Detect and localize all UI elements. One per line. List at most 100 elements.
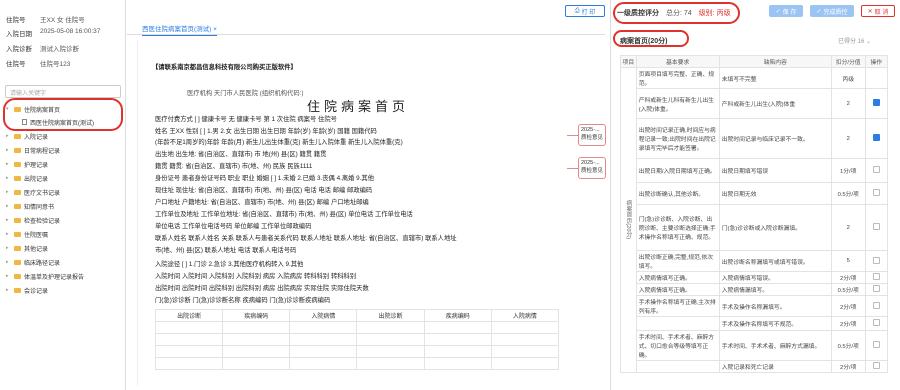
qc-note-2[interactable]: 2025-... 质检意见 xyxy=(578,157,606,179)
deduct-checkbox[interactable] xyxy=(872,362,880,369)
diagnosis-table: 出院诊断 疾病编码 入院病情 出院诊断 疾病编码 入院病情 xyxy=(154,309,560,370)
table-row: 门(急)诊诊断、入院诊断、出院诊断、主要诊断选择正确;手术操作名称填写正确、规范… xyxy=(621,204,889,251)
table-row xyxy=(154,321,560,334)
document-tabs: 西医住院病案首页(测试) × xyxy=(127,21,605,36)
diag-header: 入院病情 xyxy=(289,309,358,322)
chevron-right-icon: ▸ xyxy=(6,189,9,195)
tree-item-pathway[interactable]: ▸ 临床路径记录 xyxy=(6,257,60,267)
save-icon: ✓ xyxy=(775,8,781,15)
tree-item-temperature[interactable]: ▸ 体温单及护理记录报告 xyxy=(6,271,84,281)
folder-icon xyxy=(14,231,21,237)
note-connector xyxy=(567,135,578,136)
table-row: 产科或新生儿科有新生儿出生(入院)体重。 产科或新生儿出生(入院)体重 2 xyxy=(621,88,889,119)
tree-item-admission[interactable]: ▸ 入院记录 xyxy=(6,131,48,141)
tree-item-lab[interactable]: ▸ 检查检验记录 xyxy=(6,215,60,225)
close-icon: ✕ xyxy=(867,8,873,15)
inpatient-no-row: 住院号 住院号123 xyxy=(6,61,71,68)
save-button[interactable]: ✓ 保 存 xyxy=(769,5,803,17)
tree-item-medical-docs[interactable]: ▸ 医疗文书记录 xyxy=(6,187,60,197)
deduct-checkbox[interactable] xyxy=(872,189,880,196)
folder-icon xyxy=(14,259,21,265)
admit-date-row: 入院日期 2025-05-08 16:00:37 xyxy=(6,28,101,38)
deduct-checkbox[interactable] xyxy=(872,256,880,264)
diag-header: 入院病情 xyxy=(490,309,560,322)
table-row: 入院记录和死亡记录 2分/项 xyxy=(621,360,889,373)
watermark-text: 【请联系南京都昌信息科技有限公司购买正版软件】 xyxy=(152,64,297,71)
folder-icon xyxy=(14,287,21,293)
tree-item-discharge[interactable]: ▸ 出院记录 xyxy=(6,173,48,183)
doc-line-9[interactable]: 联系人姓名 联系人姓名 关系 联系人与患者关系代码 联系人地址 联系人地址: 省… xyxy=(155,233,457,242)
doc-line-0[interactable]: 姓名 王XX 性别 [ ] 1.男 2.女 出生日期 出生日期 年龄(岁) 年龄… xyxy=(155,126,377,135)
page-title: 住院病案首页 xyxy=(307,99,410,114)
left-panel: 住院号 王XX 女 住院号 入院日期 2025-05-08 16:00:37 入院诊… xyxy=(0,0,126,390)
doc-line-6[interactable]: 户口地址 户籍地址: 省(自治区、直辖市) 市(地、州) 县(区) 邮编 户口地… xyxy=(155,197,369,206)
chevron-right-icon: ▸ xyxy=(6,273,9,279)
col-header: 基本要求 xyxy=(635,55,720,68)
chevron-right-icon: ▸ xyxy=(6,175,9,181)
doc-line-12[interactable]: 入院时间 入院时间 入院科别 入院科别 病房 入院病房 转科科别 转科科别 xyxy=(155,271,356,280)
doc-line-4[interactable]: 身份证号 患者身份证号码 职业 职业 婚姻 [ ] 1.未婚 2.已婚 3.丧偶… xyxy=(155,173,374,182)
folder-icon xyxy=(14,245,21,251)
doc-line-2[interactable]: 出生地 出生地: 省(自治区、直辖市) 市 地(州) 县(区) 籍贯 籍贯 xyxy=(155,149,326,158)
section-scored: 已得分 16 ⌄ xyxy=(838,39,872,45)
folder-icon xyxy=(14,203,21,209)
tree-item-consent[interactable]: ▸ 知情同意书 xyxy=(6,201,54,211)
chevron-right-icon: ▸ xyxy=(6,147,9,153)
folder-icon xyxy=(14,217,21,223)
deduct-checkbox[interactable] xyxy=(872,166,880,173)
complete-qc-button[interactable]: ✓ 完成质控 xyxy=(810,5,854,17)
admit-diagnosis-row: 入院诊断 测试入院诊断 xyxy=(6,46,79,53)
tab-home-doc[interactable]: 西医住院病案首页(测试) × xyxy=(142,23,217,36)
highlight-score xyxy=(613,2,740,24)
diag-header: 疾病编码 xyxy=(222,309,291,322)
doc-line-13[interactable]: 出院时间 出院时间 出院科别 出院科别 病房 出院病房 实际住院 实际住院天数 xyxy=(155,283,369,292)
doc-line-8[interactable]: 单位电话 工作单位电话号码 单位邮编 工作单位邮政编码 xyxy=(155,221,311,230)
tree-item-progress[interactable]: ▸ 日常病程记录 xyxy=(6,145,60,155)
table-row xyxy=(154,333,560,346)
org-line: 医疗机构 天门市人民医院 (组织机构代码:) xyxy=(187,90,304,97)
doc-line-11[interactable]: 入院途径 [ ] 1.门诊 2.急诊 3.其他医疗机构转入 9.其他 xyxy=(155,259,303,268)
tree-item-orders[interactable]: ▸ 住院医嘱 xyxy=(6,229,48,239)
table-row xyxy=(154,357,560,370)
doc-line-7[interactable]: 工作单位及地址 工作单位地址: 省(自治区、直辖市) 市(地、州) 县(区) 单… xyxy=(155,209,413,218)
folder-icon xyxy=(14,273,21,279)
group-label: 病案首页(20分) xyxy=(620,67,637,373)
deduct-checkbox[interactable] xyxy=(872,285,880,292)
doc-line-3[interactable]: 籍贯 籍贯: 省(自治区、直辖市) 市(地、州) 民族 民族1111 xyxy=(155,161,312,170)
table-row: 入院病情填写正确。 入院病情漏填写。 0.5分/项 xyxy=(621,283,889,296)
col-header: 扣分/分值 xyxy=(830,55,866,68)
deduct-checkbox[interactable] xyxy=(872,319,880,326)
deduct-checkbox[interactable] xyxy=(872,301,880,309)
doc-line-1[interactable]: (年龄不足1周岁的)年龄 年龄(月) 新生儿出生体重(克) 新生儿入院体重 新生… xyxy=(155,137,403,146)
qc-table: 项目 基本要求 缺陷内容 扣分/分值 操作 病案首页(20分) 页面项目填写完整… xyxy=(620,55,889,373)
doc-line-14[interactable]: 门(急)诊诊断 门(急)诊诊断名称 疾病编码 门(急)诊诊断疾病编码 xyxy=(155,295,330,304)
diag-header: 出院诊断 xyxy=(154,309,224,322)
tree-item-nursing[interactable]: ▸ 护理记录 xyxy=(6,159,48,169)
document-page: 【请联系南京都昌信息科技有限公司购买正版软件】 医疗机构 天门市人民医院 (组织… xyxy=(147,55,567,383)
table-row: 手术操作名称填写正确,主次排列有序。 手术及操作名称漏填写。 2分/项 xyxy=(621,295,889,317)
folder-icon xyxy=(14,161,21,167)
deduct-checkbox[interactable] xyxy=(872,223,880,230)
deduct-checkbox[interactable] xyxy=(872,99,880,106)
col-header: 操作 xyxy=(864,55,889,68)
chevron-right-icon: ▸ xyxy=(6,161,9,167)
tree-item-consultation[interactable]: ▸ 会诊记录 xyxy=(6,285,48,295)
doc-line-5[interactable]: 现住址 现住址: 省(自治区、直辖市) 市(地、州) 县(区) 电话 电话 邮编… xyxy=(155,185,372,194)
folder-icon xyxy=(14,147,21,153)
tree-item-other[interactable]: ▸ 其他记录 xyxy=(6,243,48,253)
deduct-checkbox[interactable] xyxy=(872,134,880,141)
chevron-right-icon: ▸ xyxy=(6,259,9,265)
deduct-checkbox[interactable] xyxy=(872,273,880,280)
print-button[interactable]: ⎙ 打 印 xyxy=(565,5,605,17)
qc-note-1[interactable]: 2025-... 质检意见 xyxy=(578,124,606,146)
patient-name-row: 住院号 王XX 女 住院号 xyxy=(6,17,85,24)
chevron-right-icon: ▸ xyxy=(6,231,9,237)
doc-line-10[interactable]: 市(地、州) 县(区) 联系人地址 电话 联系人电话号码 xyxy=(155,245,296,254)
chevron-right-icon: ▸ xyxy=(6,287,9,293)
cancel-button[interactable]: ✕ 取 消 xyxy=(861,5,895,17)
diag-header: 疾病编码 xyxy=(423,309,492,322)
tree-search-input[interactable]: 请输入关键字 xyxy=(5,85,121,98)
chevron-right-icon: ▸ xyxy=(6,203,9,209)
table-row: 病案首页(20分) 页面项目填写完整、正确、规范。 未填写不完整 丙级 xyxy=(620,67,889,373)
deduct-checkbox[interactable] xyxy=(872,341,880,348)
